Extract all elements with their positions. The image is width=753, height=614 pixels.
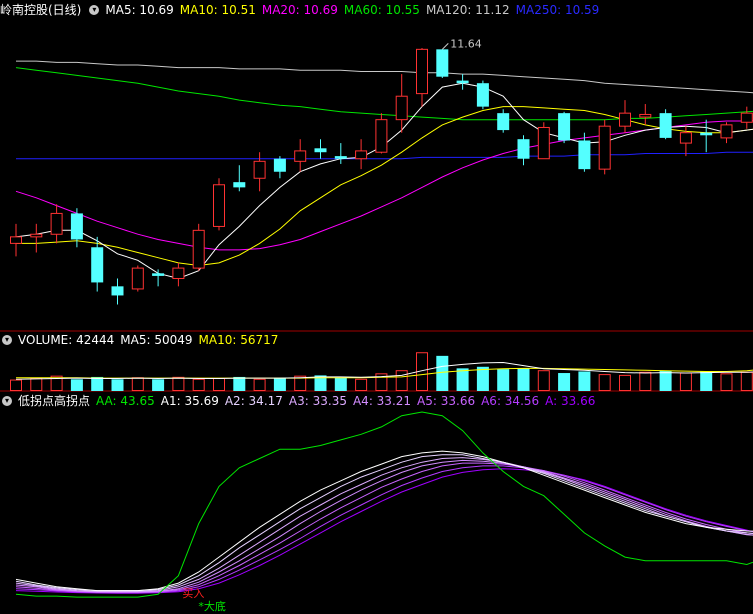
volume-bar-down xyxy=(476,366,489,391)
candle-body-down xyxy=(517,139,530,159)
candle-body-up xyxy=(619,112,631,127)
chart-background xyxy=(0,0,753,614)
candle-body-down xyxy=(436,49,449,77)
chart-canvas: 11.64 买入*大底 xyxy=(0,0,753,614)
volume-bar-down xyxy=(111,379,124,391)
candle-body-up xyxy=(740,112,753,123)
ma10-label: MA10: 10.51 xyxy=(179,3,256,17)
candle-body-up xyxy=(213,184,225,227)
volume-bar-down xyxy=(517,368,530,391)
volume-bar-up xyxy=(10,379,22,392)
volume-bar-down xyxy=(558,373,571,391)
candle-body-down xyxy=(111,286,124,296)
ma250-label: MA250: 10.59 xyxy=(515,3,600,17)
buy-signal-label: 买入 xyxy=(182,587,204,600)
a3-label: A3: 33.35 xyxy=(288,394,347,408)
volume-bar-up xyxy=(30,378,43,391)
candle-body-down xyxy=(578,140,591,170)
volume-bar-down xyxy=(456,368,469,391)
candle-body-up xyxy=(294,150,307,162)
volume-bar-up xyxy=(395,370,408,392)
a4-label: A4: 33.21 xyxy=(352,394,412,408)
candle-body-up xyxy=(537,126,550,160)
volume-bar-down xyxy=(497,369,510,391)
candle-body-up xyxy=(639,113,652,118)
candle-body-up xyxy=(192,229,205,269)
candle-body-up xyxy=(30,233,43,238)
candle-body-up xyxy=(720,124,733,139)
candle-body-down xyxy=(497,113,510,131)
candle-body-down xyxy=(70,213,83,240)
candle-body-down xyxy=(558,113,571,141)
vol-ma5-label: MA5: 50049 xyxy=(120,333,193,347)
volume-bar-up xyxy=(619,374,631,391)
chevron-down-icon[interactable]: ▾ xyxy=(89,5,100,15)
volume-bar-up xyxy=(537,370,550,392)
a5-label: A5: 33.66 xyxy=(417,394,476,408)
candle-body-down xyxy=(476,83,489,107)
vol-ma10-label: MA10: 56717 xyxy=(198,333,279,347)
volume-bar-up xyxy=(720,373,733,392)
high-price-label: 11.64 xyxy=(450,37,482,50)
indicator-header: ▾ 低拐点高拐点 AA: 43.65 A1: 35.69 A2: 34.17 A… xyxy=(0,392,601,410)
volume-bar-up xyxy=(192,378,205,391)
volume-bar-down xyxy=(273,377,286,391)
volume-bar-up xyxy=(213,378,225,391)
candle-body-up xyxy=(355,150,368,160)
candle-body-up xyxy=(395,95,408,121)
candle-body-up xyxy=(10,236,22,244)
volume-bar-up xyxy=(598,374,611,392)
candle-body-up xyxy=(172,267,185,280)
candle-body-up xyxy=(375,119,388,153)
ma120-label: MA120: 11.12 xyxy=(425,3,510,17)
volume-bar-up xyxy=(639,371,652,391)
candle-body-down xyxy=(273,158,286,172)
aa-label: AA: 43.65 xyxy=(96,394,155,408)
candle-body-up xyxy=(598,125,611,170)
volume-bar-up xyxy=(355,378,368,391)
volume-bar-down xyxy=(91,376,104,391)
bottom-signal-label: *大底 xyxy=(198,599,226,613)
candle-body-up xyxy=(253,160,266,179)
a6-label: A6: 34.56 xyxy=(481,394,540,408)
a2-label: A2: 34.17 xyxy=(224,394,283,408)
volume-bar-up xyxy=(172,376,185,392)
volume-bar-down xyxy=(578,371,591,391)
candle-body-down xyxy=(334,156,347,159)
volume-bar-up xyxy=(740,371,753,391)
volume-header: ▾ VOLUME: 42444 MA5: 50049 MA10: 56717 xyxy=(0,331,284,349)
volume-bar-down xyxy=(233,376,246,391)
ma60-label: MA60: 10.55 xyxy=(343,3,420,17)
candle-body-up xyxy=(131,267,144,290)
volume-bar-down xyxy=(700,371,713,391)
a1-label: A1: 35.69 xyxy=(160,394,219,408)
volume-label: VOLUME: 42444 xyxy=(18,333,115,347)
candle-body-down xyxy=(314,148,327,153)
candle-body-up xyxy=(50,212,63,235)
price-header: 岭南控股(日线) ▾ MA5: 10.69 MA10: 10.51 MA20: … xyxy=(0,1,605,19)
volume-bar-up xyxy=(679,372,692,391)
volume-bar-down xyxy=(436,355,449,391)
chevron-down-icon[interactable]: ▾ xyxy=(2,335,12,345)
candle-body-down xyxy=(700,132,713,136)
candle-body-up xyxy=(416,48,428,95)
chevron-down-icon[interactable]: ▾ xyxy=(2,396,12,406)
volume-bar-down xyxy=(334,377,347,391)
volume-bar-down xyxy=(659,370,672,391)
volume-bar-down xyxy=(152,379,165,391)
candle-body-down xyxy=(233,182,246,188)
candle-body-down xyxy=(152,273,165,276)
volume-bar-up xyxy=(131,377,144,392)
candle-body-down xyxy=(456,80,469,84)
a-label: A: 33.66 xyxy=(545,394,596,408)
candle-body-down xyxy=(91,247,104,283)
candle-body-down xyxy=(659,113,672,138)
candle-body-up xyxy=(679,132,692,144)
volume-bar-down xyxy=(70,379,83,391)
volume-bar-up xyxy=(253,378,266,391)
indicator-title: 低拐点高拐点 xyxy=(18,394,91,408)
ma5-label: MA5: 10.69 xyxy=(105,3,174,17)
stock-title: 岭南控股(日线) xyxy=(0,3,82,17)
ma20-label: MA20: 10.69 xyxy=(261,3,338,17)
